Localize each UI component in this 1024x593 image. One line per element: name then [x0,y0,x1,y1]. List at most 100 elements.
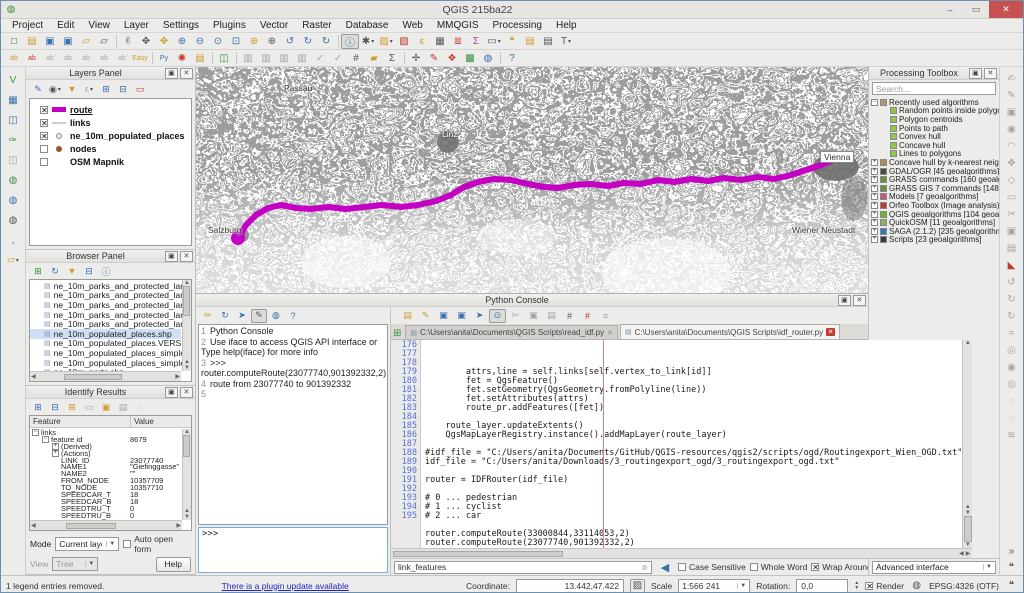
algorithm-item[interactable]: Concave hull [869,141,999,150]
float-panel-icon[interactable]: ▣ [165,251,178,262]
save-project-icon[interactable]: ▣ [41,34,59,49]
view-combo[interactable]: Tree▼ [52,557,98,571]
menu-item[interactable]: Vector [253,20,295,31]
layer-checkbox[interactable]: ✕ [40,119,48,127]
zoom-out-icon[interactable]: ⊖ [191,34,209,49]
expand-all-icon[interactable]: ⊞ [98,82,114,96]
close-tab-icon[interactable]: ✕ [826,328,835,336]
layer-item[interactable]: ✕ links [30,116,191,129]
filter-legend-icon[interactable]: ▼ [64,82,80,96]
browser-item[interactable]: ▤ ne_10m_parks_and_protected_lands_point… [30,300,181,310]
render-checkbox[interactable]: ✕Render [865,581,904,591]
menu-item[interactable]: Project [5,20,50,31]
save-script-as-icon[interactable]: ▣ [453,309,470,323]
layer-checkbox[interactable] [40,158,48,166]
save-project-as-icon[interactable]: ▣ [59,34,77,49]
close-panel-icon[interactable]: ✕ [180,68,193,79]
menu-item[interactable]: Settings [156,20,206,31]
clear-console-icon[interactable]: ✏ [200,309,216,323]
plugin-builder-icon[interactable]: ✺ [173,51,191,66]
paste-icon[interactable]: ▤ [543,309,560,323]
find-text-icon[interactable]: ⊙ [489,309,506,323]
identify-vscrollbar[interactable]: ▲ ▲▼ [182,429,191,520]
menu-item[interactable]: Raster [295,20,338,31]
menu-item[interactable]: Edit [50,20,81,31]
crs-status[interactable]: EPSG:4326 (OTF) [929,581,999,591]
label-change-icon[interactable]: ab [95,51,113,66]
float-panel-icon[interactable]: ▣ [165,68,178,79]
editor-hscrollbar[interactable]: ◀▶ [391,548,972,558]
mode-combo[interactable]: Current layer▼ [55,537,119,551]
new-project-icon[interactable]: □ [5,34,23,49]
label-move-icon[interactable]: ab [59,51,77,66]
algorithm-item[interactable]: + GDAL/OGR [45 geoalgorithms] [869,167,999,176]
add-wms-layer-icon[interactable]: ◍ [4,173,22,188]
validate-all-icon[interactable]: ✓ [329,51,347,66]
highlight-layer-icon[interactable]: ▰ [365,51,383,66]
map-canvas[interactable]: Passau Linz Salzburg Vienna Wiener Neust… [196,67,868,294]
open-in-external-editor-icon[interactable]: ✎ [417,309,434,323]
label-properties-icon[interactable]: ab [113,51,131,66]
topology-checker-icon[interactable]: ▥ [239,51,257,66]
statistics-icon[interactable]: Σ [467,34,485,49]
find-input[interactable]: link_features ⊗ [394,561,652,574]
close-button[interactable]: ✕ [989,1,1023,18]
algorithm-item[interactable]: Polygon centroids [869,115,999,124]
identify-mode-icon[interactable]: ◌ [132,400,148,414]
browser-item[interactable]: ▤ ne_10m_populated_places_simple.shp [30,348,181,358]
menu-item[interactable]: Layer [117,20,156,31]
remove-layer-icon[interactable]: ▭ [132,82,148,96]
messages-bubble-icon[interactable]: ❝ [1005,578,1018,593]
editor-vscrollbar[interactable]: ▲ ▲▼ ▼ [962,340,972,548]
layer-checkbox[interactable] [40,145,48,153]
composer-manager-icon[interactable]: ▱ [95,34,113,49]
find-next-icon[interactable]: ◀ [656,560,674,575]
crosshair-icon[interactable]: ✛ [407,51,425,66]
browser-item[interactable]: ▤ ne_10m_parks_and_protected_lands_line.… [30,281,181,291]
collapse-browser-icon[interactable]: ⊟ [81,264,97,278]
add-postgis-layer-icon[interactable]: ◫ [4,113,22,128]
deselect-icon[interactable]: ▨ [395,34,413,49]
close-tab-icon[interactable]: ✕ [607,329,613,337]
new-tab-icon[interactable]: ⊞ [393,328,401,339]
layer-styling-icon[interactable]: ✎ [30,82,46,96]
browser-item[interactable]: ▤ ne_10m_parks_and_protected_lands_scale… [30,319,181,329]
map-tips-icon[interactable]: ❝ [503,34,521,49]
algorithm-item[interactable]: Random points inside polygon... [869,107,999,116]
close-panel-icon[interactable]: ✕ [180,251,193,262]
add-wcs-layer-icon[interactable]: ◍ [4,193,22,208]
validate-icon[interactable]: ✓ [311,51,329,66]
layer-checkbox[interactable]: ✕ [40,106,48,114]
new-shapefile-layer-icon[interactable]: ▱ [4,253,22,268]
algorithm-item[interactable]: + QGIS geoalgorithms [104 geoalgor... [869,210,999,219]
extents-toggle-icon[interactable]: ▨ [630,579,645,593]
cut-icon[interactable]: ✂ [507,309,524,323]
close-panel-icon[interactable]: ✕ [984,68,997,79]
algorithm-item[interactable]: Convex hull [869,132,999,141]
map-export-icon[interactable]: ▩ [461,51,479,66]
zoom-native-icon[interactable]: ⊙ [209,34,227,49]
zoom-full-icon[interactable]: ⊡ [227,34,245,49]
algorithm-item[interactable]: + QuickOSM [11 geoalgorithms] [869,218,999,227]
zoom-last-icon[interactable]: ↺ [281,34,299,49]
zoom-in-icon[interactable]: ⊕ [173,34,191,49]
redo-icon[interactable]: ↻ [1002,292,1020,306]
browser-item[interactable]: ▤ ne_10m_populated_places.shp [30,329,181,339]
undo-icon[interactable]: ↺ [1002,275,1020,289]
archive-icon[interactable]: ▤ [191,51,209,66]
help-button[interactable]: Help [156,557,191,572]
help-book-icon[interactable]: ? [503,51,521,66]
toolbox-search-input[interactable]: Search... [872,82,996,95]
clear-results-icon[interactable]: ▭ [81,400,97,414]
identify-hscrollbar[interactable]: ◀ ▶ [30,520,182,530]
zoom-to-layer-icon[interactable]: ⊕ [263,34,281,49]
browser-item[interactable]: ▤ ne_10m_parks_and_protected_lands_point… [30,291,181,301]
measure-icon[interactable]: ▭ [485,34,503,49]
print-response-icon[interactable]: ▤ [115,400,131,414]
clear-find-icon[interactable]: ⊗ [641,563,648,572]
algorithm-item[interactable]: Lines to polygons [869,150,999,159]
algorithm-item[interactable]: + GRASS GIS 7 commands [148 geoa... [869,184,999,193]
comment-icon[interactable]: # [561,309,578,323]
label-pinned-icon[interactable]: ab [23,51,41,66]
globe-tools-icon[interactable]: ❖ [443,51,461,66]
